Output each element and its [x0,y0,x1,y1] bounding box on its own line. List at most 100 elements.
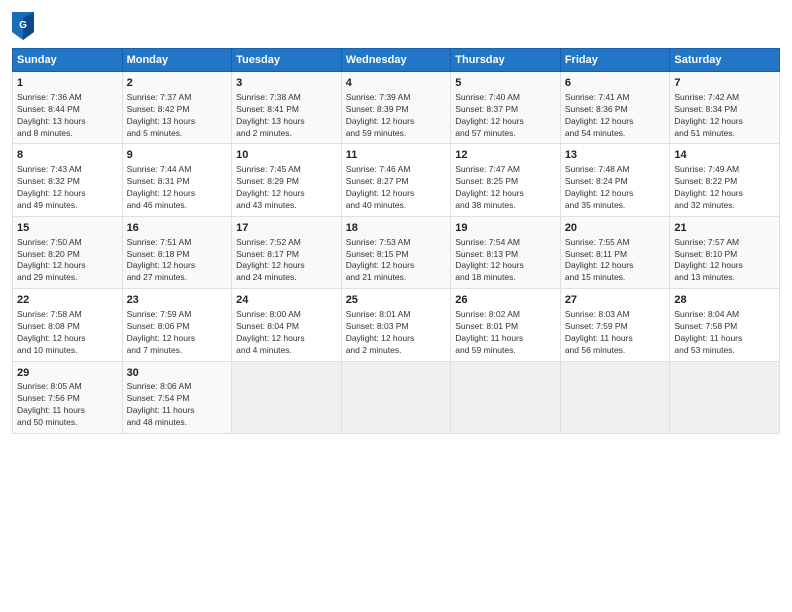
day-of-week-header: Saturday [670,49,780,72]
day-number: 2 [127,76,228,91]
calendar-cell: 4Sunrise: 7:39 AM Sunset: 8:39 PM Daylig… [341,72,451,144]
day-number: 22 [17,293,118,308]
day-info: Sunrise: 7:39 AM Sunset: 8:39 PM Dayligh… [346,92,447,140]
day-info: Sunrise: 7:59 AM Sunset: 8:06 PM Dayligh… [127,309,228,357]
day-info: Sunrise: 7:41 AM Sunset: 8:36 PM Dayligh… [565,92,666,140]
day-number: 8 [17,148,118,163]
calendar-cell [451,361,561,433]
calendar-cell: 18Sunrise: 7:53 AM Sunset: 8:15 PM Dayli… [341,216,451,288]
calendar-cell: 9Sunrise: 7:44 AM Sunset: 8:31 PM Daylig… [122,144,232,216]
day-number: 3 [236,76,337,91]
calendar-cell: 15Sunrise: 7:50 AM Sunset: 8:20 PM Dayli… [13,216,123,288]
day-info: Sunrise: 8:03 AM Sunset: 7:59 PM Dayligh… [565,309,666,357]
day-info: Sunrise: 7:53 AM Sunset: 8:15 PM Dayligh… [346,237,447,285]
calendar-cell: 24Sunrise: 8:00 AM Sunset: 8:04 PM Dayli… [232,289,342,361]
day-number: 15 [17,221,118,236]
calendar-cell: 13Sunrise: 7:48 AM Sunset: 8:24 PM Dayli… [560,144,670,216]
calendar-cell: 1Sunrise: 7:36 AM Sunset: 8:44 PM Daylig… [13,72,123,144]
day-info: Sunrise: 7:42 AM Sunset: 8:34 PM Dayligh… [674,92,775,140]
day-number: 6 [565,76,666,91]
day-info: Sunrise: 7:40 AM Sunset: 8:37 PM Dayligh… [455,92,556,140]
day-info: Sunrise: 8:04 AM Sunset: 7:58 PM Dayligh… [674,309,775,357]
calendar-cell: 8Sunrise: 7:43 AM Sunset: 8:32 PM Daylig… [13,144,123,216]
day-info: Sunrise: 7:57 AM Sunset: 8:10 PM Dayligh… [674,237,775,285]
day-info: Sunrise: 7:48 AM Sunset: 8:24 PM Dayligh… [565,164,666,212]
day-number: 27 [565,293,666,308]
calendar-cell: 17Sunrise: 7:52 AM Sunset: 8:17 PM Dayli… [232,216,342,288]
day-info: Sunrise: 7:51 AM Sunset: 8:18 PM Dayligh… [127,237,228,285]
day-number: 16 [127,221,228,236]
calendar-cell [670,361,780,433]
calendar-cell: 22Sunrise: 7:58 AM Sunset: 8:08 PM Dayli… [13,289,123,361]
day-of-week-header: Friday [560,49,670,72]
day-info: Sunrise: 8:01 AM Sunset: 8:03 PM Dayligh… [346,309,447,357]
day-info: Sunrise: 8:00 AM Sunset: 8:04 PM Dayligh… [236,309,337,357]
calendar-cell: 12Sunrise: 7:47 AM Sunset: 8:25 PM Dayli… [451,144,561,216]
calendar-cell: 25Sunrise: 8:01 AM Sunset: 8:03 PM Dayli… [341,289,451,361]
calendar-cell [341,361,451,433]
day-number: 12 [455,148,556,163]
day-number: 9 [127,148,228,163]
day-info: Sunrise: 7:37 AM Sunset: 8:42 PM Dayligh… [127,92,228,140]
calendar-cell: 16Sunrise: 7:51 AM Sunset: 8:18 PM Dayli… [122,216,232,288]
day-number: 29 [17,366,118,381]
day-of-week-header: Monday [122,49,232,72]
day-number: 26 [455,293,556,308]
calendar-cell: 29Sunrise: 8:05 AM Sunset: 7:56 PM Dayli… [13,361,123,433]
day-number: 10 [236,148,337,163]
calendar-cell: 19Sunrise: 7:54 AM Sunset: 8:13 PM Dayli… [451,216,561,288]
calendar-cell [232,361,342,433]
day-of-week-header: Sunday [13,49,123,72]
day-info: Sunrise: 7:47 AM Sunset: 8:25 PM Dayligh… [455,164,556,212]
day-info: Sunrise: 7:52 AM Sunset: 8:17 PM Dayligh… [236,237,337,285]
day-number: 4 [346,76,447,91]
day-number: 13 [565,148,666,163]
day-number: 24 [236,293,337,308]
calendar-cell: 26Sunrise: 8:02 AM Sunset: 8:01 PM Dayli… [451,289,561,361]
calendar-cell: 14Sunrise: 7:49 AM Sunset: 8:22 PM Dayli… [670,144,780,216]
calendar-cell: 3Sunrise: 7:38 AM Sunset: 8:41 PM Daylig… [232,72,342,144]
day-number: 5 [455,76,556,91]
day-number: 23 [127,293,228,308]
calendar-cell: 7Sunrise: 7:42 AM Sunset: 8:34 PM Daylig… [670,72,780,144]
day-info: Sunrise: 8:02 AM Sunset: 8:01 PM Dayligh… [455,309,556,357]
day-info: Sunrise: 7:55 AM Sunset: 8:11 PM Dayligh… [565,237,666,285]
day-info: Sunrise: 7:46 AM Sunset: 8:27 PM Dayligh… [346,164,447,212]
day-number: 18 [346,221,447,236]
logo: G [12,12,38,40]
page-header: G [12,12,780,40]
day-number: 21 [674,221,775,236]
calendar-cell [560,361,670,433]
calendar-cell: 11Sunrise: 7:46 AM Sunset: 8:27 PM Dayli… [341,144,451,216]
day-info: Sunrise: 7:43 AM Sunset: 8:32 PM Dayligh… [17,164,118,212]
day-number: 30 [127,366,228,381]
day-number: 11 [346,148,447,163]
day-info: Sunrise: 8:06 AM Sunset: 7:54 PM Dayligh… [127,381,228,429]
day-info: Sunrise: 7:38 AM Sunset: 8:41 PM Dayligh… [236,92,337,140]
calendar-cell: 27Sunrise: 8:03 AM Sunset: 7:59 PM Dayli… [560,289,670,361]
day-info: Sunrise: 7:58 AM Sunset: 8:08 PM Dayligh… [17,309,118,357]
logo-icon: G [12,12,34,40]
calendar-cell: 28Sunrise: 8:04 AM Sunset: 7:58 PM Dayli… [670,289,780,361]
day-number: 20 [565,221,666,236]
svg-text:G: G [19,20,27,31]
day-info: Sunrise: 7:36 AM Sunset: 8:44 PM Dayligh… [17,92,118,140]
calendar-cell: 20Sunrise: 7:55 AM Sunset: 8:11 PM Dayli… [560,216,670,288]
day-info: Sunrise: 7:44 AM Sunset: 8:31 PM Dayligh… [127,164,228,212]
day-number: 14 [674,148,775,163]
day-number: 1 [17,76,118,91]
day-number: 28 [674,293,775,308]
calendar-cell: 23Sunrise: 7:59 AM Sunset: 8:06 PM Dayli… [122,289,232,361]
calendar-cell: 2Sunrise: 7:37 AM Sunset: 8:42 PM Daylig… [122,72,232,144]
day-info: Sunrise: 7:50 AM Sunset: 8:20 PM Dayligh… [17,237,118,285]
calendar-table: SundayMondayTuesdayWednesdayThursdayFrid… [12,48,780,434]
calendar-cell: 5Sunrise: 7:40 AM Sunset: 8:37 PM Daylig… [451,72,561,144]
calendar-cell: 21Sunrise: 7:57 AM Sunset: 8:10 PM Dayli… [670,216,780,288]
day-info: Sunrise: 7:45 AM Sunset: 8:29 PM Dayligh… [236,164,337,212]
calendar-cell: 10Sunrise: 7:45 AM Sunset: 8:29 PM Dayli… [232,144,342,216]
day-info: Sunrise: 8:05 AM Sunset: 7:56 PM Dayligh… [17,381,118,429]
day-of-week-header: Thursday [451,49,561,72]
day-info: Sunrise: 7:54 AM Sunset: 8:13 PM Dayligh… [455,237,556,285]
day-number: 19 [455,221,556,236]
calendar-cell: 30Sunrise: 8:06 AM Sunset: 7:54 PM Dayli… [122,361,232,433]
